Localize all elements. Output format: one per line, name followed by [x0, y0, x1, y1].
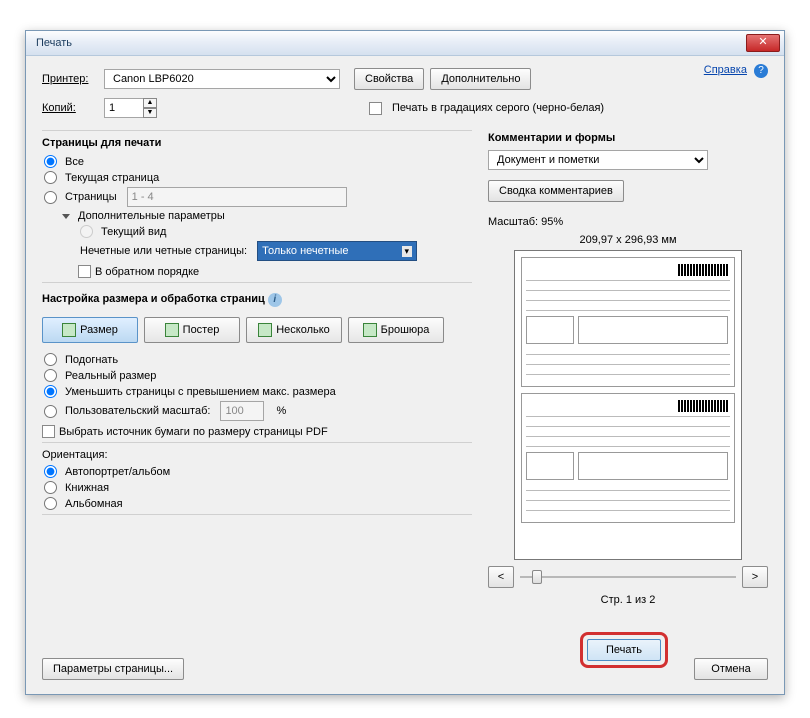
dimensions-label: 209,97 x 296,93 мм	[488, 234, 768, 246]
page-slider[interactable]	[520, 568, 736, 586]
cancel-button[interactable]: Отмена	[694, 658, 768, 680]
preview-page-content	[521, 257, 735, 387]
printer-select[interactable]: Canon LBP6020	[104, 69, 340, 89]
size-mode-booklet[interactable]: Брошюра	[348, 317, 444, 343]
printer-label: Принтер:	[42, 73, 98, 85]
odd-even-select[interactable]: Только нечетные	[257, 241, 417, 261]
spinner-down-icon[interactable]: ▼	[143, 108, 157, 118]
barcode-icon	[678, 264, 728, 276]
help-link[interactable]: Справка	[704, 64, 747, 76]
odd-even-row: Нечетные или четные страницы: Только неч…	[78, 241, 472, 261]
radio-current-view[interactable]: Текущий вид	[78, 225, 472, 238]
dialog-title: Печать	[36, 37, 746, 49]
radio-all[interactable]: Все	[42, 155, 472, 168]
booklet-icon	[363, 323, 377, 337]
comments-title: Комментарии и формы	[488, 132, 768, 144]
print-button[interactable]: Печать	[587, 639, 661, 661]
spinner-up-icon[interactable]: ▲	[143, 98, 157, 108]
comments-mode-select[interactable]: Документ и пометки	[488, 150, 708, 170]
sizing-mode-buttons: Размер Постер Несколько Брошюра	[42, 317, 472, 343]
radio-shrink[interactable]: Уменьшить страницы с превышением макс. р…	[42, 385, 472, 398]
prev-page-button[interactable]: <	[488, 566, 514, 588]
multiple-icon	[258, 323, 272, 337]
odd-even-label: Нечетные или четные страницы:	[80, 245, 247, 257]
copies-input[interactable]	[104, 98, 144, 118]
radio-actual[interactable]: Реальный размер	[42, 369, 472, 382]
advanced-button[interactable]: Дополнительно	[430, 68, 531, 90]
print-preview	[514, 250, 742, 560]
grayscale-checkbox[interactable]	[369, 102, 382, 115]
reverse-check[interactable]: В обратном порядке	[78, 265, 472, 278]
copies-stepper[interactable]: ▲ ▼	[104, 98, 157, 118]
radio-current[interactable]: Текущая страница	[42, 171, 472, 184]
properties-button[interactable]: Свойства	[354, 68, 424, 90]
left-column: Страницы для печати Все Текущая страница…	[42, 126, 472, 606]
titlebar[interactable]: Печать ✕	[26, 31, 784, 56]
poster-icon	[165, 323, 179, 337]
size-mode-size[interactable]: Размер	[42, 317, 138, 343]
copies-label: Копий:	[42, 102, 98, 114]
custom-scale-input[interactable]	[220, 401, 264, 421]
orientation-title: Ориентация:	[42, 449, 472, 461]
info-icon[interactable]: i	[268, 293, 282, 307]
radio-orient-landscape[interactable]: Альбомная	[42, 497, 472, 510]
next-page-button[interactable]: >	[742, 566, 768, 588]
radio-pages[interactable]: Страницы	[42, 187, 472, 207]
print-button-highlight: Печать	[580, 632, 668, 668]
radio-orient-portrait[interactable]: Книжная	[42, 481, 472, 494]
radio-fit[interactable]: Подогнать	[42, 353, 472, 366]
help-area: Справка ?	[704, 64, 768, 78]
page-setup-button[interactable]: Параметры страницы...	[42, 658, 184, 680]
page-counter: Стр. 1 из 2	[488, 594, 768, 606]
comments-summary-button[interactable]: Сводка комментариев	[488, 180, 624, 202]
barcode-icon	[678, 400, 728, 412]
size-mode-multiple[interactable]: Несколько	[246, 317, 342, 343]
print-dialog: Печать ✕ Справка ? Принтер: Canon LBP602…	[25, 30, 785, 695]
size-icon	[62, 323, 76, 337]
grayscale-label: Печать в градациях серого (черно-белая)	[392, 102, 604, 114]
close-icon[interactable]: ✕	[746, 34, 780, 52]
paper-source-check[interactable]: Выбрать источник бумаги по размеру стран…	[42, 425, 472, 438]
pages-section-title: Страницы для печати	[42, 137, 472, 149]
preview-page-content	[521, 393, 735, 523]
size-mode-poster[interactable]: Постер	[144, 317, 240, 343]
slider-thumb[interactable]	[532, 570, 542, 584]
sizing-title: Настройка размера и обработка страниц	[42, 293, 265, 305]
right-column: Комментарии и формы Документ и пометки С…	[488, 126, 768, 606]
chevron-down-icon	[62, 214, 70, 219]
radio-orient-auto[interactable]: Автопортрет/альбом	[42, 465, 472, 478]
more-params-toggle[interactable]: Дополнительные параметры	[60, 210, 472, 222]
help-icon[interactable]: ?	[754, 64, 768, 78]
scale-label: Масштаб: 95%	[488, 216, 768, 228]
radio-custom[interactable]: Пользовательский масштаб: %	[42, 401, 472, 421]
pages-range-input[interactable]	[127, 187, 347, 207]
